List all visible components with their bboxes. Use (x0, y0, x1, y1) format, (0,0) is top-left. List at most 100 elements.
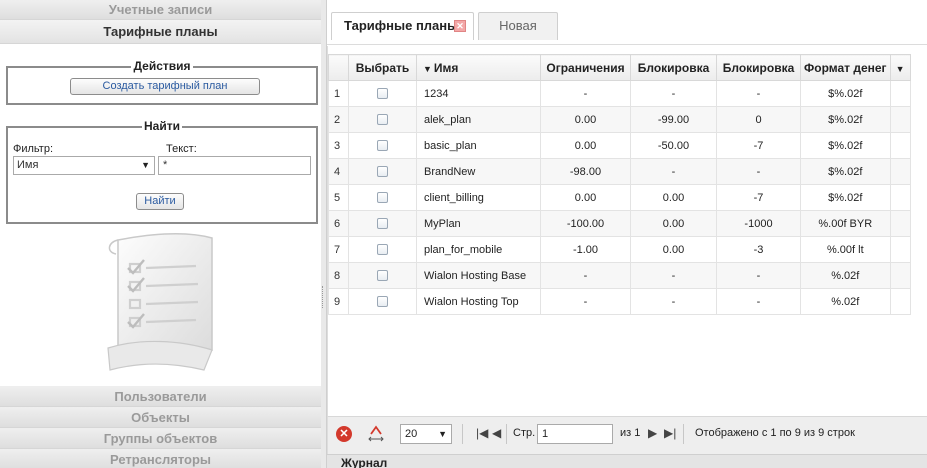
block-1-cell: 0.00 (630, 184, 717, 211)
create-tariff-plan-button[interactable]: Создать тарифный план (70, 78, 260, 95)
filler-cell (889, 288, 911, 315)
tab-label: Тарифные планы (344, 18, 459, 33)
section-accounts[interactable]: Учетные записи (0, 0, 321, 20)
table-row[interactable]: 1 1234- - - $%.02f (328, 80, 911, 107)
block-2-cell: -1000 (716, 210, 801, 237)
column-money-format[interactable]: Формат денег (800, 54, 891, 81)
block-2-cell: -3 (716, 236, 801, 263)
select-checkbox-cell (348, 288, 417, 315)
tab-bar: Тарифные планы ✕ Новая (327, 0, 927, 45)
column-block-2[interactable]: Блокировка (716, 54, 801, 81)
paging-status: Отображено с 1 по 9 из 9 строк (695, 427, 855, 439)
block-2-cell: -7 (716, 184, 801, 211)
block-2-cell: 0 (716, 106, 801, 133)
chevron-down-icon: ▼ (895, 63, 905, 74)
section-retranslators[interactable]: Ретрансляторы (0, 449, 321, 468)
plan-name-cell: Wialon Hosting Top (416, 288, 541, 315)
section-users[interactable]: Пользователи (0, 386, 321, 407)
section-tariff-plans[interactable]: Тарифные планы (0, 20, 321, 44)
limits-cell: - (540, 262, 631, 289)
find-button[interactable]: Найти (136, 193, 184, 210)
column-name-label: Имя (433, 60, 459, 75)
last-page-icon[interactable]: ▶| (664, 426, 676, 440)
clear-selection-icon[interactable]: ✕ (336, 426, 352, 442)
money-format-cell: %.02f (800, 262, 891, 289)
separator (506, 424, 507, 444)
page-input[interactable]: 1 (537, 424, 613, 444)
block-1-cell: - (630, 158, 717, 185)
table-header-row: Выбрать ▼ Имя Ограничения Блокировка Блок… (328, 54, 911, 81)
table-row[interactable]: 7 plan_for_mobile -1.00 0.00 -3 %.00f lt (328, 236, 911, 263)
section-object-groups[interactable]: Группы объектов (0, 428, 321, 449)
table-row[interactable]: 9 Wialon Hosting Top - - - %.02f (328, 288, 911, 315)
table-row[interactable]: 2 alek_plan 0.00 -99.00 0 $%.02f (328, 106, 911, 133)
column-limits[interactable]: Ограничения (540, 54, 631, 81)
table-row[interactable]: 4 BrandNew -98.00- - $%.02f (328, 158, 911, 185)
table-row[interactable]: 3 basic_plan 0.00 -50.00 -7 $%.02f (328, 132, 911, 159)
table-row[interactable]: 8 Wialon Hosting Base - - - %.02f (328, 262, 911, 289)
checkbox[interactable] (377, 296, 388, 308)
block-2-cell: - (716, 158, 801, 185)
block-2-cell: -7 (716, 132, 801, 159)
tab-new[interactable]: Новая (478, 12, 558, 40)
select-checkbox-cell (348, 132, 417, 159)
column-select[interactable]: Выбрать (348, 54, 417, 81)
checkbox[interactable] (377, 244, 388, 256)
chevron-down-icon: ▼ (438, 429, 447, 439)
section-objects[interactable]: Объекты (0, 407, 321, 428)
journal-panel[interactable]: Журнал (327, 454, 927, 468)
checkbox[interactable] (377, 140, 388, 152)
money-format-cell: $%.02f (800, 132, 891, 159)
limits-cell: 0.00 (540, 132, 631, 159)
select-checkbox-cell (348, 80, 417, 107)
reset-filter-icon[interactable] (368, 425, 384, 443)
limits-cell: -98.00 (540, 158, 631, 185)
checkbox[interactable] (377, 270, 388, 282)
checkbox[interactable] (377, 88, 388, 100)
next-page-icon[interactable]: ▶ (648, 426, 657, 440)
money-format-cell: %.02f (800, 288, 891, 315)
column-menu-button[interactable]: ▼ (889, 54, 911, 81)
money-format-cell: $%.02f (800, 106, 891, 133)
page-size-select[interactable]: 20 ▼ (400, 424, 452, 444)
page-count-label: из 1 (620, 427, 641, 439)
splitter-grip-icon[interactable] (322, 286, 325, 308)
actions-group: Действия Создать тарифный план (6, 59, 318, 105)
checkbox[interactable] (377, 192, 388, 204)
page-size-value: 20 (405, 428, 418, 440)
filler-cell (889, 80, 911, 107)
column-block-1[interactable]: Блокировка (630, 54, 717, 81)
left-panel-body: Действия Создать тарифный план Найти Фил… (0, 44, 321, 386)
prev-page-icon[interactable]: ◀ (492, 426, 501, 440)
tab-tariff-plans[interactable]: Тарифные планы ✕ (331, 12, 474, 40)
select-checkbox-cell (348, 106, 417, 133)
filler-cell (889, 236, 911, 263)
separator (683, 424, 684, 444)
checkbox[interactable] (377, 114, 388, 126)
text-input[interactable]: * (158, 156, 311, 175)
filler-cell (889, 158, 911, 185)
table-row[interactable]: 6 MyPlan -100.00 0.00 -1000 %.00f BYR (328, 210, 911, 237)
plan-name-cell: MyPlan (416, 210, 541, 237)
plan-name-cell: plan_for_mobile (416, 236, 541, 263)
close-icon[interactable]: ✕ (454, 20, 466, 32)
filter-select[interactable]: Имя ▼ (13, 156, 155, 175)
money-format-cell: %.00f lt (800, 236, 891, 263)
column-name[interactable]: ▼ Имя (416, 54, 541, 81)
money-format-cell: $%.02f (800, 184, 891, 211)
find-legend: Найти (142, 119, 182, 133)
checkbox[interactable] (377, 218, 388, 230)
row-number: 5 (328, 184, 349, 211)
filler-cell (889, 106, 911, 133)
tab-label: Новая (499, 18, 537, 33)
tariff-plans-table: Выбрать ▼ Имя Ограничения Блокировка Блок… (328, 54, 911, 315)
limits-cell: -1.00 (540, 236, 631, 263)
row-number: 6 (328, 210, 349, 237)
select-checkbox-cell (348, 236, 417, 263)
table-row[interactable]: 5 client_billing 0.00 0.00 -7 $%.02f (328, 184, 911, 211)
checkbox[interactable] (377, 166, 388, 178)
checklist-scroll-icon (107, 233, 213, 371)
first-page-icon[interactable]: |◀ (476, 426, 488, 440)
plan-name-cell: Wialon Hosting Base (416, 262, 541, 289)
right-panel: Тарифные планы ✕ Новая Выбрать ▼ Имя Огра… (327, 0, 927, 468)
